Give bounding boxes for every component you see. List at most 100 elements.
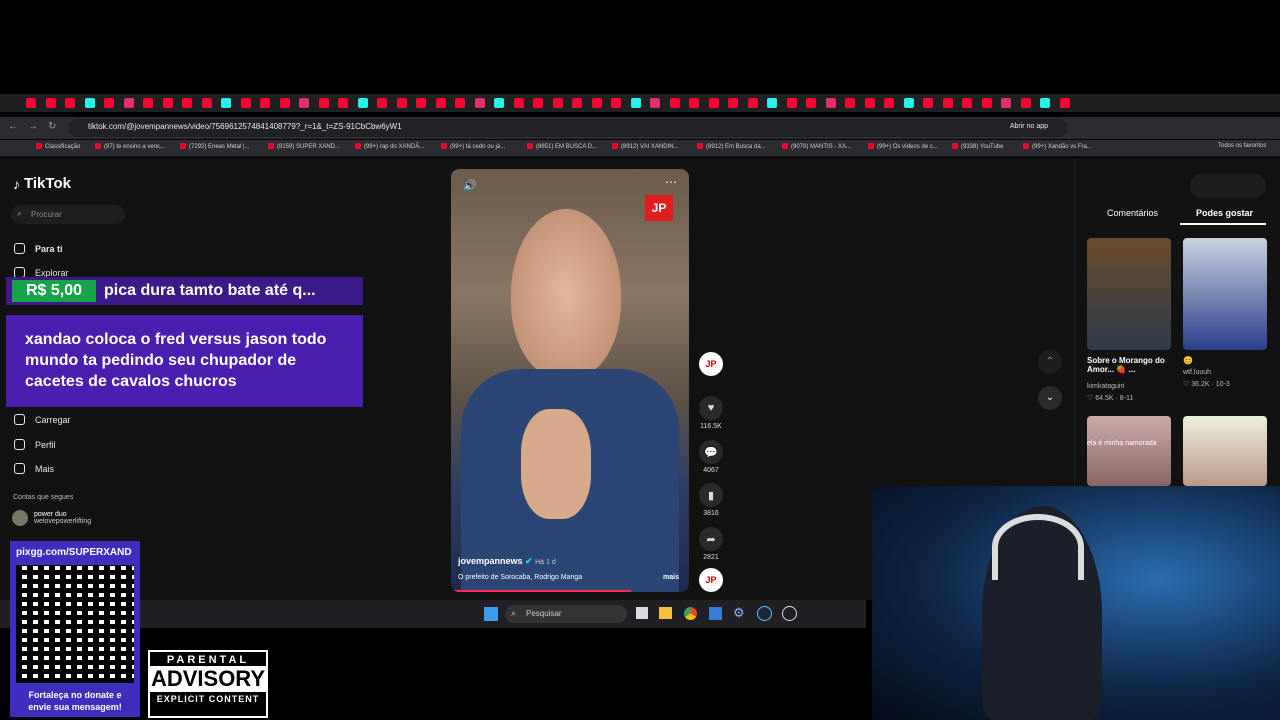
browser-tab[interactable] xyxy=(903,98,914,108)
browser-tab[interactable] xyxy=(474,98,485,108)
browser-tab[interactable] xyxy=(1040,98,1050,108)
browser-tab[interactable] xyxy=(260,98,270,108)
suggestion-thumb[interactable]: ela é minha namorada xyxy=(1087,416,1171,486)
url-field[interactable]: tiktok.com/@jovempannews/video/756961257… xyxy=(68,119,1068,137)
browser-tab[interactable] xyxy=(104,98,114,108)
bookmark-item[interactable]: (7292) Eneas Metal |... xyxy=(180,143,250,150)
browser-tab[interactable] xyxy=(65,98,75,108)
bookmark-item[interactable]: (99+) Os vídeos de c... xyxy=(868,143,938,150)
browser-tab[interactable] xyxy=(552,98,563,108)
bookmark-item[interactable]: (8159) SUPER XAND... xyxy=(268,143,340,150)
bookmark-item[interactable]: (99+) Xandão vs Fra... xyxy=(1023,143,1092,150)
tab-you-may-like[interactable]: Podes gostar xyxy=(1196,208,1253,218)
browser-tab[interactable] xyxy=(26,98,36,108)
browser-tab[interactable] xyxy=(377,98,387,108)
video-author[interactable]: jovempannews ✔ Há 1 d xyxy=(458,556,556,567)
like-button[interactable]: ♥ 116.5K xyxy=(698,396,724,430)
steam-icon[interactable] xyxy=(757,606,772,621)
browser-tab[interactable] xyxy=(162,98,173,108)
browser-tab[interactable] xyxy=(357,98,368,108)
browser-tab[interactable] xyxy=(1059,98,1070,108)
browser-tab[interactable] xyxy=(338,98,348,108)
bookmark-item[interactable]: (97) te ensino a venc... xyxy=(95,143,165,150)
comment-button[interactable]: 💬 4067 xyxy=(698,440,724,474)
browser-tab[interactable] xyxy=(981,98,992,108)
browser-tab[interactable] xyxy=(1020,98,1031,108)
bookmark-item[interactable]: (8851) EM BUSCA D... xyxy=(527,143,597,150)
bookmark-item[interactable]: Classificação xyxy=(36,143,80,150)
back-icon[interactable]: ← xyxy=(8,121,18,132)
taskbar-search[interactable]: ⌕ Pesquisar xyxy=(505,605,627,623)
bookmark-item[interactable]: (9338) YouTube xyxy=(952,143,1003,150)
browser-tab[interactable] xyxy=(845,98,855,108)
reload-icon[interactable]: ↻ xyxy=(48,121,56,132)
bookmark-item[interactable]: (99+) tá cedo ou já... xyxy=(441,143,505,150)
nav-item-5[interactable]: Carregar xyxy=(14,414,71,425)
save-button[interactable]: ▮ 3816 xyxy=(698,483,724,517)
suggestion-thumb[interactable] xyxy=(1183,238,1267,350)
following-item[interactable]: power duo welovepowerlifting xyxy=(12,510,91,526)
browser-tab[interactable] xyxy=(786,98,797,108)
browser-tab[interactable] xyxy=(533,98,543,108)
tiktok-logo[interactable]: ♪ TikTok xyxy=(13,175,71,192)
browser-tab[interactable] xyxy=(806,98,816,108)
browser-tab[interactable] xyxy=(435,98,446,108)
nav-item-6[interactable]: Perfil xyxy=(14,439,56,450)
app-icon[interactable] xyxy=(709,607,722,620)
browser-tab[interactable] xyxy=(708,98,719,108)
music-disc[interactable]: JP xyxy=(698,568,724,595)
browser-tab[interactable] xyxy=(728,98,738,108)
browser-tab[interactable] xyxy=(611,98,621,108)
bookmark-item[interactable]: (99+) rap do XANDÃ... xyxy=(355,143,424,150)
chrome-icon[interactable] xyxy=(684,607,697,620)
browser-tab[interactable] xyxy=(123,98,134,108)
video-player[interactable]: 🔊 ⋯ JP jovempannews ✔ Há 1 d O prefeito … xyxy=(451,169,689,592)
suggestion-thumb[interactable] xyxy=(1087,238,1171,350)
browser-tab[interactable] xyxy=(689,98,699,108)
browser-tab[interactable] xyxy=(923,98,933,108)
all-favorites[interactable]: Todos os favoritos xyxy=(1218,143,1266,149)
windows-start-icon[interactable] xyxy=(484,607,498,621)
more-options-icon[interactable]: ⋯ xyxy=(665,175,677,189)
suggestion-thumb[interactable] xyxy=(1183,416,1267,486)
browser-tab[interactable] xyxy=(84,98,95,108)
tab-comments[interactable]: Comentários xyxy=(1107,208,1158,218)
browser-tab[interactable] xyxy=(650,98,660,108)
nav-item-7[interactable]: Mais xyxy=(14,463,54,474)
browser-tab[interactable] xyxy=(182,98,192,108)
search-input[interactable]: ⌕ Procurar xyxy=(11,205,125,224)
bookmark-item[interactable]: (8912) Em Busca da... xyxy=(697,143,766,150)
browser-tab[interactable] xyxy=(221,98,231,108)
browser-tab[interactable] xyxy=(962,98,972,108)
browser-tab[interactable] xyxy=(591,98,602,108)
progress-bar[interactable] xyxy=(451,590,631,592)
explorer-icon[interactable] xyxy=(659,607,672,619)
browser-tab[interactable] xyxy=(747,98,758,108)
browser-tab[interactable] xyxy=(669,98,680,108)
forward-icon[interactable]: → xyxy=(28,121,38,132)
browser-tab[interactable] xyxy=(396,98,407,108)
browser-tab[interactable] xyxy=(299,98,309,108)
browser-tab[interactable] xyxy=(767,98,777,108)
browser-tab[interactable] xyxy=(513,98,524,108)
creator-avatar[interactable]: JP xyxy=(698,352,724,379)
browser-tab[interactable] xyxy=(318,98,329,108)
browser-tab[interactable] xyxy=(1001,98,1011,108)
taskview-icon[interactable] xyxy=(636,607,648,619)
share-button[interactable]: ➦ 2821 xyxy=(698,527,724,561)
browser-tab[interactable] xyxy=(864,98,875,108)
bookmark-item[interactable]: (8912) VAI XANDIN... xyxy=(612,143,679,150)
browser-tab[interactable] xyxy=(630,98,641,108)
browser-tab[interactable] xyxy=(240,98,251,108)
nav-item-0[interactable]: Para ti xyxy=(14,243,63,254)
previous-video-button[interactable]: ⌃ xyxy=(1038,350,1062,374)
browser-tab[interactable] xyxy=(201,98,212,108)
browser-tab[interactable] xyxy=(279,98,290,108)
browser-tab[interactable] xyxy=(494,98,504,108)
open-in-app-button[interactable]: Abrir no app xyxy=(1010,123,1048,130)
browser-tab[interactable] xyxy=(416,98,426,108)
browser-tab[interactable] xyxy=(825,98,836,108)
caption-more-link[interactable]: mais xyxy=(663,574,679,581)
browser-tab[interactable] xyxy=(143,98,153,108)
next-video-button[interactable]: ⌄ xyxy=(1038,386,1062,410)
